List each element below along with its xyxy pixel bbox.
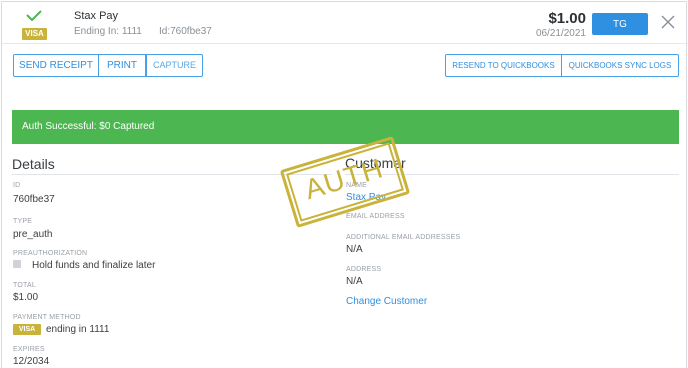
additional-email-label: ADDITIONAL EMAIL ADDRESSES <box>346 234 461 241</box>
check-icon <box>26 10 42 21</box>
card-ending: Ending In: 1111 <box>74 26 142 37</box>
auth-success-banner: Auth Successful: $0 Captured <box>12 110 679 144</box>
total-label: TOTAL <box>13 282 36 289</box>
close-icon[interactable] <box>661 15 675 29</box>
preauthorization-checkbox <box>13 260 21 268</box>
capture-button[interactable]: CAPTURE <box>146 54 203 77</box>
change-customer-link[interactable]: Change Customer <box>346 296 427 307</box>
print-button[interactable]: PRINT <box>98 54 146 77</box>
send-receipt-button[interactable]: SEND RECEIPT <box>13 54 99 77</box>
address-label: ADDRESS <box>346 266 382 273</box>
visa-badge: VISA <box>22 28 47 40</box>
transaction-date: 06/21/2021 <box>535 28 586 39</box>
merchant-name: Stax Pay <box>74 10 119 22</box>
address-value: N/A <box>346 276 363 287</box>
transaction-amount: $1.00 <box>548 10 586 27</box>
resend-to-quickbooks-button[interactable]: RESEND TO QUICKBOOKS <box>445 54 562 77</box>
preauthorization-value: Hold funds and finalize later <box>32 260 156 271</box>
transaction-id: Id:760fbe37 <box>159 26 212 37</box>
total-value: $1.00 <box>13 292 39 303</box>
type-label: TYPE <box>13 218 33 225</box>
quickbooks-sync-logs-button[interactable]: QUICKBOOKS SYNC LOGS <box>561 54 679 77</box>
payment-method-label: PAYMENT METHOD <box>13 314 81 321</box>
expires-label: EXPIRES <box>13 346 45 353</box>
details-title: Details <box>12 156 55 172</box>
transaction-header: VISA Stax Pay Ending In: 1111 Id:760fbe3… <box>2 2 688 44</box>
payment-method-value: ending in 1111 <box>46 324 110 335</box>
transaction-panel: VISA Stax Pay Ending In: 1111 Id:760fbe3… <box>1 1 688 368</box>
type-value: pre_auth <box>13 229 53 240</box>
visa-badge-small: VISA <box>13 324 41 335</box>
expires-value: 12/2034 <box>13 356 50 367</box>
id-value: 760fbe37 <box>13 194 55 205</box>
id-label: ID <box>13 182 21 189</box>
user-initials-button[interactable]: TG <box>592 13 648 35</box>
additional-email-value: N/A <box>346 244 363 255</box>
preauthorization-label: PREAUTHORIZATION <box>13 250 88 257</box>
email-label: EMAIL ADDRESS <box>346 213 405 220</box>
